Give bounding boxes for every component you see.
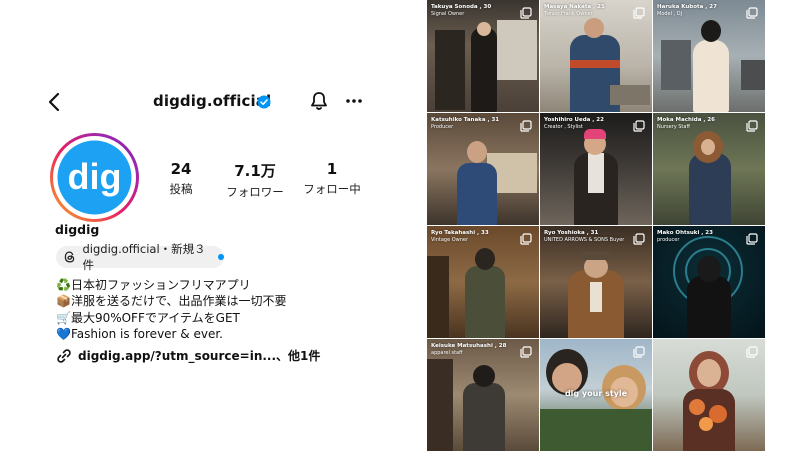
following-stat[interactable]: 1 フォロー中 — [298, 160, 366, 197]
post-tile[interactable]: Ryo Yoshioka , 31 UNITED ARROWS & SONS B… — [540, 226, 652, 338]
tile-caption-role: Vintage Owner — [431, 237, 469, 243]
tile-caption-name: Keisuke Matsuhashi , 28 — [431, 343, 507, 349]
posts-stat: 24 投稿 — [164, 160, 198, 197]
tile-caption-role: apparel staff — [431, 350, 463, 356]
tile-caption-name: Ryo Yoshioka , 31 — [544, 230, 599, 236]
tile-caption-role: producer — [657, 237, 680, 243]
tile-caption-name: Yoshihiro Ueda , 22 — [544, 117, 604, 123]
multi-photo-icon — [520, 346, 532, 358]
followers-label: フォロワー — [226, 185, 284, 199]
multi-photo-icon — [633, 233, 645, 245]
display-name: digdig — [55, 222, 100, 237]
posts-count: 24 — [170, 160, 192, 178]
post-grid: Takuya Sonoda , 30 Signal Owner Masaya N… — [427, 0, 765, 454]
bell-icon[interactable] — [308, 90, 330, 112]
tile-caption-name: Mako Ohtsuki , 23 — [657, 230, 713, 236]
tile-caption-role: Nursery Staff — [657, 124, 690, 130]
back-chevron-icon[interactable] — [44, 91, 66, 113]
tile-caption-role: UNITED ARROWS & SONS Buyer — [544, 237, 625, 243]
multi-photo-icon — [633, 120, 645, 132]
avatar[interactable]: dig — [50, 133, 139, 222]
more-options-icon[interactable] — [343, 90, 365, 112]
tile-caption-name: Haruka Kubota , 27 — [657, 4, 717, 10]
tile-caption-role: Trevor Frank Owner — [544, 11, 593, 17]
profile-link-text: digdig.app/?utm_source=in...、他1件 — [78, 349, 321, 363]
tile-caption-role: Signal Owner — [431, 11, 465, 17]
profile-title: digdig.official — [153, 92, 272, 110]
multi-photo-icon — [633, 7, 645, 19]
tile-caption-name: Ryo Takahashi , 33 — [431, 230, 489, 236]
multi-photo-icon — [520, 233, 532, 245]
threads-icon — [64, 251, 75, 263]
post-tile[interactable]: Yoshihiro Ueda , 22 Creator , Stylist — [540, 113, 652, 225]
bio-line: ♻️日本初ファッションフリマアプリ — [56, 278, 251, 292]
multi-photo-icon — [746, 346, 758, 358]
followers-count: 7.1万 — [234, 162, 276, 180]
tile-caption-name: Masaya Nakata , 25 — [544, 4, 605, 10]
post-tile[interactable]: Katsuhiko Tanaka , 31 Producer — [427, 113, 539, 225]
following-count: 1 — [326, 160, 338, 178]
tile-caption-role: Producer — [431, 124, 454, 130]
following-label: フォロー中 — [303, 182, 361, 196]
multi-photo-icon — [746, 7, 758, 19]
tile-caption-role: Creator , Stylist — [544, 124, 583, 130]
avatar-logo-text: dig — [68, 156, 122, 197]
tile-caption-role: Model , DJ — [657, 11, 683, 17]
multi-photo-icon — [746, 233, 758, 245]
multi-photo-icon — [746, 120, 758, 132]
post-tile[interactable]: dig your style — [540, 339, 652, 451]
bio: ♻️日本初ファッションフリマアプリ 📦洋服を送るだけで、出品作業は一切不要 🛒最… — [56, 277, 286, 342]
post-tile[interactable]: Haruka Kubota , 27 Model , DJ — [653, 0, 765, 112]
threads-badge-label: digdig.official・新規３件 — [82, 242, 206, 272]
multi-photo-icon — [520, 7, 532, 19]
multi-photo-icon — [520, 120, 532, 132]
verified-badge-icon — [257, 95, 271, 109]
threads-badge[interactable]: digdig.official・新規３件 — [56, 242, 224, 272]
new-indicator-dot — [218, 254, 224, 260]
multi-photo-icon — [633, 346, 645, 358]
post-tile[interactable]: Masaya Nakata , 25 Trevor Frank Owner — [540, 0, 652, 112]
post-tile[interactable]: Keisuke Matsuhashi , 28 apparel staff — [427, 339, 539, 451]
post-tile[interactable]: Mako Ohtsuki , 23 producer — [653, 226, 765, 338]
link-icon — [57, 348, 71, 363]
tile-caption-name: Katsuhiko Tanaka , 31 — [431, 117, 500, 123]
post-tile[interactable] — [653, 339, 765, 451]
followers-stat[interactable]: 7.1万 フォロワー — [220, 160, 290, 200]
tile-center-caption: dig your style — [564, 389, 628, 398]
post-tile[interactable]: Moka Machida , 26 Nursery Staff — [653, 113, 765, 225]
post-tile[interactable]: Ryo Takahashi , 33 Vintage Owner — [427, 226, 539, 338]
bio-line: 🛒最大90%OFFでアイテムをGET — [56, 310, 240, 325]
bio-line: 📦洋服を送るだけで、出品作業は一切不要 — [56, 294, 287, 309]
bio-line: 💙Fashion is forever & ever. — [56, 326, 223, 341]
profile-link[interactable]: digdig.app/?utm_source=in...、他1件 — [56, 347, 320, 364]
post-tile[interactable]: Takuya Sonoda , 30 Signal Owner — [427, 0, 539, 112]
tile-caption-name: Takuya Sonoda , 30 — [431, 4, 492, 10]
posts-label: 投稿 — [169, 182, 193, 196]
tile-caption-name: Moka Machida , 26 — [657, 117, 716, 123]
